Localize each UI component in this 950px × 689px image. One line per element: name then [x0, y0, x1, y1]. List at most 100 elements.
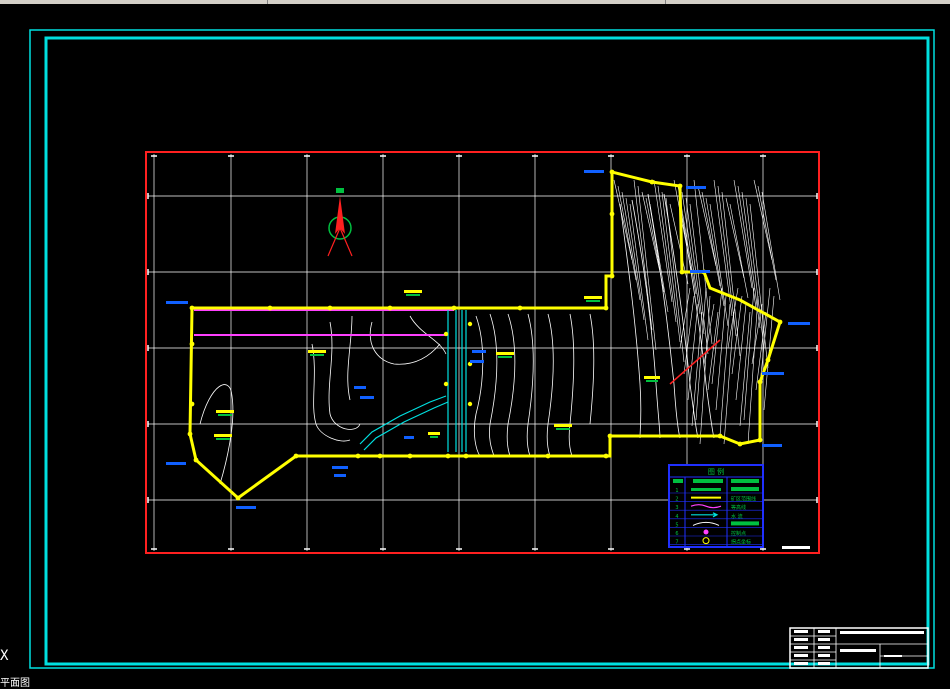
hatch-stroke [683, 295, 695, 375]
elevation-label-sub [216, 438, 230, 440]
map-area: 图 例 1 2 矿区范围线 3 等高线 4 水 流 5 6 控制点 7 拐点坐标 [145, 151, 820, 554]
elevation-label [216, 410, 234, 413]
green-bar-icon [691, 488, 721, 491]
coordinate-label [236, 506, 256, 509]
elevation-label-sub [556, 428, 570, 430]
coordinate-label [166, 301, 188, 304]
boundary-vertex [467, 401, 473, 407]
hatch-stroke [761, 191, 781, 301]
coordinate-label [354, 386, 366, 389]
title-block-cell-text [794, 630, 808, 633]
coordinate-label [404, 436, 414, 439]
boundary-vertex [267, 305, 273, 311]
coordinate-label [788, 322, 810, 325]
cyan-channel [359, 310, 467, 452]
contour-line [347, 315, 353, 401]
contour-line [311, 343, 351, 442]
elevation-label [428, 432, 440, 435]
boundary-vertex [187, 431, 193, 437]
hatch-stroke [717, 185, 737, 337]
coordinate-label [472, 350, 486, 353]
title-block-cell-text [818, 630, 830, 633]
title-block [789, 627, 929, 669]
boundary-vertex [545, 453, 551, 459]
boundary-vertex [677, 183, 683, 189]
boundary-vertex [609, 273, 615, 279]
elevation-label-sub [586, 300, 600, 302]
hatch-stroke [661, 191, 681, 343]
contour-line [328, 321, 361, 430]
elevation-label [404, 290, 422, 293]
elevation-label [308, 350, 326, 353]
boundary-vertex [193, 457, 199, 463]
command-line[interactable]: 平面图 [0, 674, 30, 689]
coordinate-labels [166, 170, 810, 509]
boundary-vertex [757, 379, 763, 385]
title-block-cell-text [794, 638, 808, 641]
legend-row-number: 1 [675, 488, 678, 494]
hatch-stroke [715, 295, 727, 411]
contour-line [489, 313, 498, 457]
contour-line [526, 313, 534, 457]
boundary-vertex [443, 381, 449, 387]
boundary-vertex [517, 305, 523, 311]
boundary-vertex [649, 179, 655, 185]
hatch-stroke [757, 185, 777, 281]
boundary-vertex [603, 453, 609, 459]
legend-row-number: 5 [675, 522, 678, 528]
elevation-label-sub [498, 356, 512, 358]
elevation-label-sub [646, 380, 658, 382]
boundary-vertex [757, 437, 763, 443]
title-block-cell-text [794, 654, 808, 657]
boundary-vertex [355, 453, 361, 459]
rock-hatch-area [613, 179, 781, 445]
contour-line [619, 203, 642, 439]
north-arrow-icon [327, 188, 353, 257]
hatch-stroke [719, 303, 731, 437]
boundary-vertex [235, 495, 241, 501]
contour-line [589, 313, 595, 425]
legend-row-number: 7 [675, 540, 678, 546]
title-block-cell-text [818, 654, 830, 657]
contour-line [568, 313, 575, 457]
legend-table: 图 例 1 2 矿区范围线 3 等高线 4 水 流 5 6 控制点 7 拐点坐标 [668, 464, 764, 548]
contour-lines [199, 193, 715, 485]
boundary-vertex [377, 453, 383, 459]
boundary-vertex [777, 319, 783, 325]
hatch-stroke [637, 185, 657, 351]
legend-row-name-bar [731, 487, 759, 491]
hatch-stroke [735, 303, 747, 401]
coordinate-label [470, 360, 484, 363]
boundary-vertex [679, 269, 685, 275]
coordinate-label [334, 474, 346, 477]
legend-row-name: 矿区范围线 [731, 496, 756, 503]
hatch-stroke [687, 303, 699, 401]
title-block-cell-text [818, 638, 830, 641]
title-block-cell-text [818, 646, 830, 649]
ucs-axis-icon: X [0, 648, 9, 664]
title-block-cell-text [818, 662, 830, 665]
elevation-label [496, 352, 514, 355]
title-block-cell-text [794, 646, 808, 649]
coordinate-label [690, 270, 710, 273]
scale-bar [782, 546, 810, 549]
elevation-labels [214, 290, 660, 440]
boundary-vertex [765, 357, 771, 363]
boundary-vertex [607, 433, 613, 439]
boundary-vertex [609, 169, 615, 175]
boundary-vertex [463, 453, 469, 459]
legend-row-number: 2 [675, 497, 678, 503]
elevation-label-sub [218, 414, 232, 416]
drawing-canvas[interactable]: 图 例 1 2 矿区范围线 3 等高线 4 水 流 5 6 控制点 7 拐点坐标 [0, 4, 950, 683]
title-block-cell-text [794, 662, 808, 665]
boundary-vertex [443, 331, 449, 337]
boundary-vertex [387, 305, 393, 311]
legend-row-name-bar [731, 521, 759, 526]
contour-line [546, 313, 554, 457]
elevation-label-sub [310, 354, 324, 356]
elevation-label [644, 376, 660, 379]
boundary-vertex [407, 453, 413, 459]
coordinate-label [332, 466, 348, 469]
boundary-vertex [603, 305, 609, 311]
elevation-label [214, 434, 232, 437]
